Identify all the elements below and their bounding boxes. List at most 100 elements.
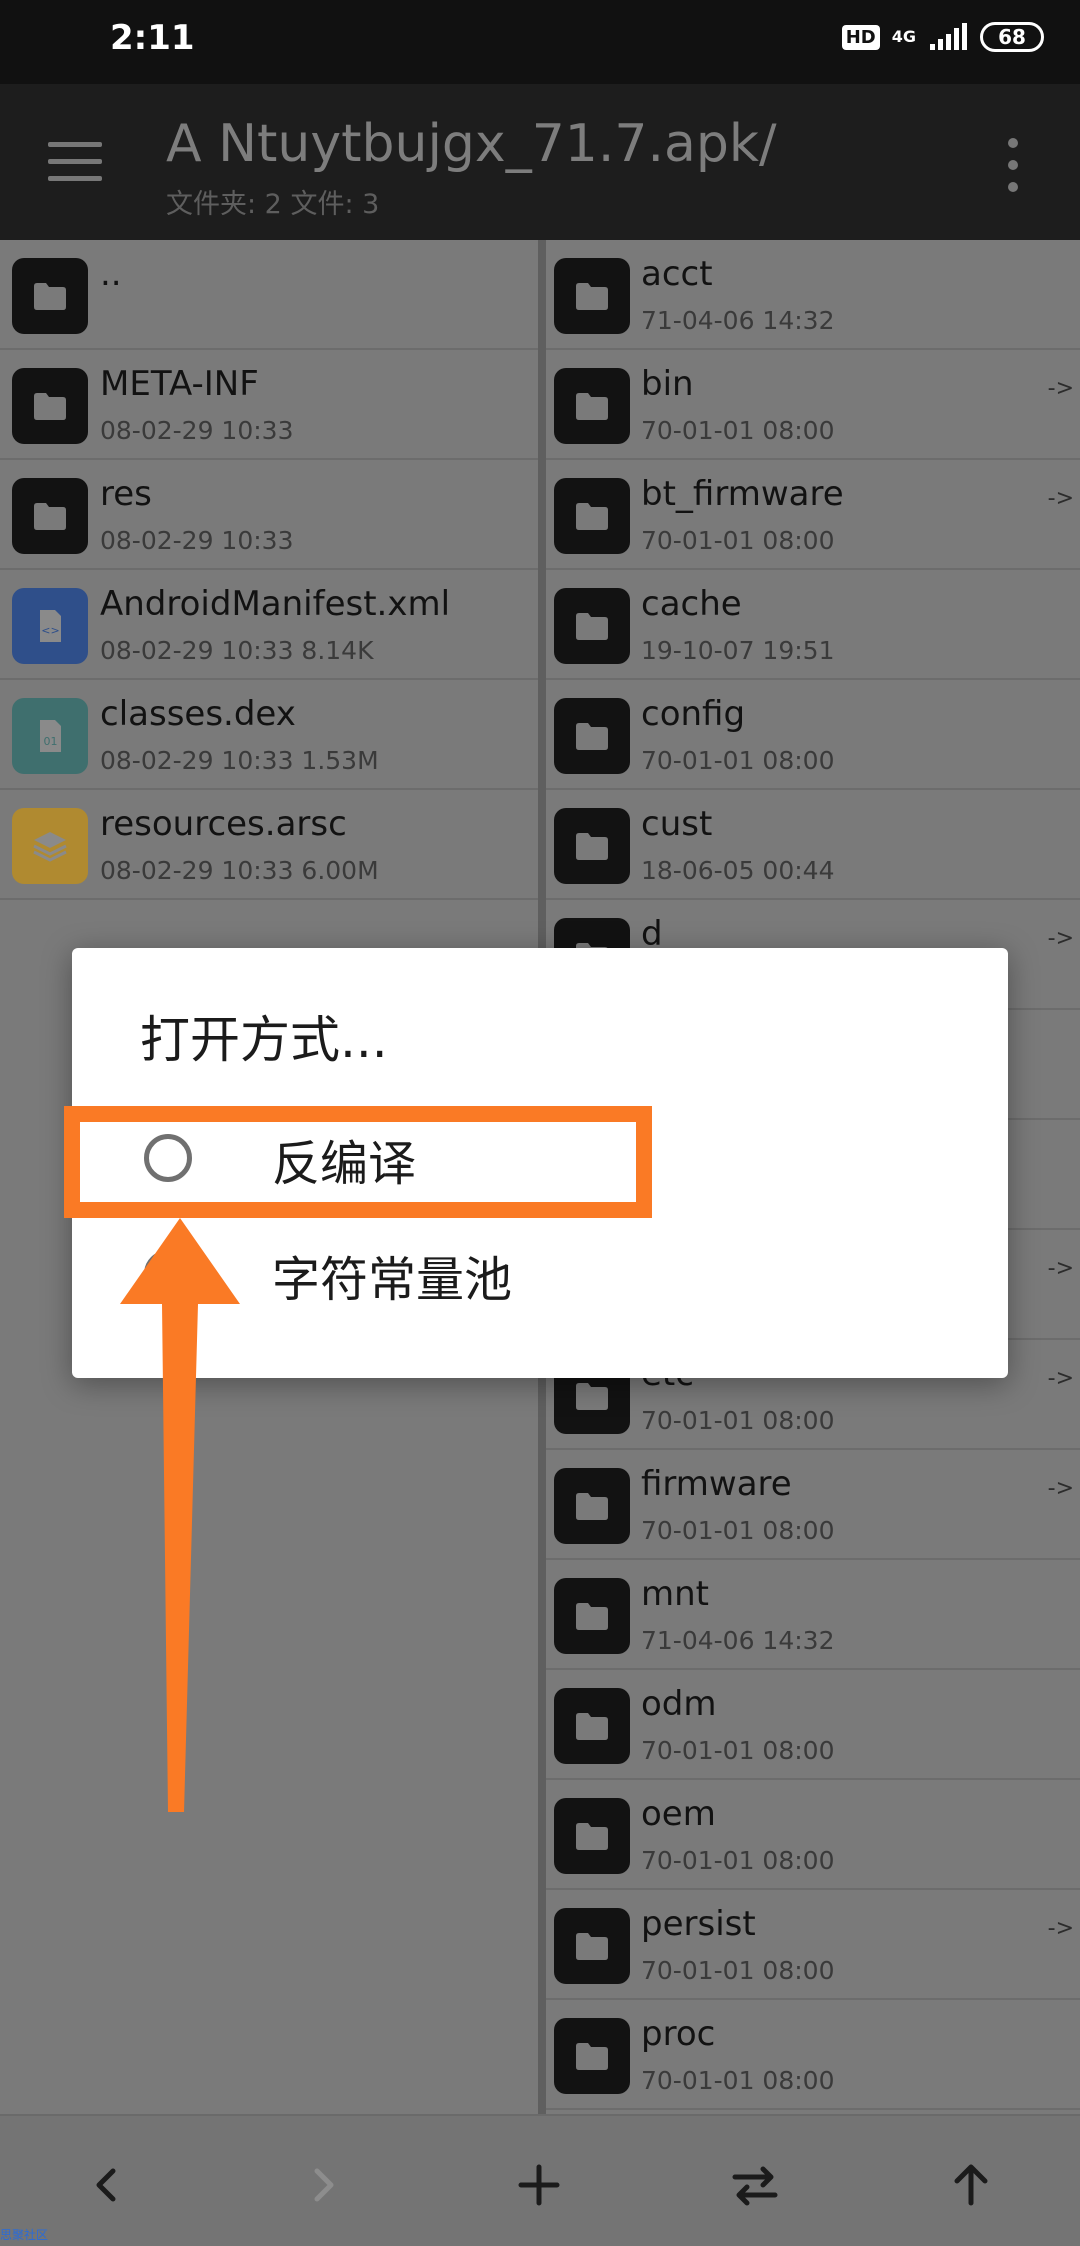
file-name: cust <box>641 804 713 844</box>
file-meta: 70-01-01 08:00 <box>641 526 835 555</box>
status-time: 2:11 <box>110 18 195 58</box>
file-list-item[interactable]: config 70-01-01 08:00 <box>546 680 1080 790</box>
file-name: bt_firmware <box>641 474 844 514</box>
file-list-item[interactable]: bt_firmware 70-01-01 08:00 -> <box>546 460 1080 570</box>
symlink-indicator: -> <box>1047 1476 1074 1501</box>
file-meta: 08-02-29 10:33 <box>100 526 294 555</box>
hd-icon: HD <box>841 24 880 50</box>
file-meta: 08-02-29 10:33 6.00M <box>100 856 379 885</box>
file-name: proc <box>641 2014 716 2054</box>
svg-text:<>: <> <box>41 624 59 637</box>
folder-icon <box>554 698 630 774</box>
arrow-annotation-icon <box>120 1218 240 1812</box>
file-list-item[interactable]: META-INF 08-02-29 10:33 <box>0 350 538 460</box>
file-name: res <box>100 474 152 514</box>
file-meta: 70-01-01 08:00 <box>641 416 835 445</box>
svg-text:01: 01 <box>44 735 58 748</box>
file-name: .. <box>100 254 122 294</box>
file-list-item[interactable]: res 08-02-29 10:33 <box>0 460 538 570</box>
file-meta: 08-02-29 10:33 1.53M <box>100 746 379 775</box>
file-name: oem <box>641 1794 716 1834</box>
file-meta: 70-01-01 08:00 <box>641 2066 835 2095</box>
file-list-item[interactable]: mnt 71-04-06 14:32 <box>546 1560 1080 1670</box>
folder-icon <box>12 368 88 444</box>
file-name: resources.arsc <box>100 804 347 844</box>
file-name: META-INF <box>100 364 259 404</box>
page-subtitle: 文件夹: 2 文件: 3 <box>166 189 380 220</box>
file-list-item[interactable]: odm 70-01-01 08:00 <box>546 1670 1080 1780</box>
file-meta: 19-10-07 19:51 <box>641 636 835 665</box>
folder-icon <box>554 258 630 334</box>
file-meta: 70-01-01 08:00 <box>641 746 835 775</box>
page-title: A Ntuytbujgx_71.7.apk/ <box>166 114 777 174</box>
file-list-item[interactable]: firmware 70-01-01 08:00 -> <box>546 1450 1080 1560</box>
option-label: 字符常量池 <box>272 1252 513 1308</box>
folder-icon <box>554 478 630 554</box>
battery-icon: 68 <box>980 22 1044 52</box>
highlight-annotation-box <box>64 1106 652 1218</box>
file-list-item[interactable]: .. <box>0 240 538 350</box>
bottom-toolbar <box>0 2114 1080 2246</box>
file-list-item[interactable]: cache 19-10-07 19:51 <box>546 570 1080 680</box>
file-meta: 08-02-29 10:33 <box>100 416 294 445</box>
folder-icon <box>554 1908 630 1984</box>
more-vertical-icon[interactable] <box>1000 138 1026 194</box>
status-icons: HD 4G 68 <box>841 22 1044 52</box>
file-list-item[interactable]: persist 70-01-01 08:00 -> <box>546 1890 1080 2000</box>
file-name: bin <box>641 364 694 404</box>
symlink-indicator: -> <box>1047 376 1074 401</box>
file-name: acct <box>641 254 713 294</box>
file-list-item[interactable]: oem 70-01-01 08:00 <box>546 1780 1080 1890</box>
hamburger-menu-icon[interactable] <box>46 134 104 190</box>
watermark: 思聚社区 <box>0 2228 49 2242</box>
signal-icon <box>930 23 967 50</box>
dialog-title: 打开方式... <box>140 1011 388 1069</box>
file-name: classes.dex <box>100 694 296 734</box>
file-meta: 08-02-29 10:33 8.14K <box>100 636 374 665</box>
file-meta: 70-01-01 08:00 <box>641 1406 835 1435</box>
folder-icon <box>554 1798 630 1874</box>
file-meta: 70-01-01 08:00 <box>641 1736 835 1765</box>
forward-icon[interactable] <box>288 2150 358 2220</box>
file-list-item[interactable]: <> AndroidManifest.xml 08-02-29 10:33 8.14… <box>0 570 538 680</box>
folder-icon <box>554 588 630 664</box>
folder-icon <box>554 1578 630 1654</box>
folder-icon <box>554 368 630 444</box>
file-name: AndroidManifest.xml <box>100 584 451 624</box>
symlink-indicator: -> <box>1047 926 1074 951</box>
symlink-indicator: -> <box>1047 1256 1074 1281</box>
file-name: odm <box>641 1684 717 1724</box>
symlink-indicator: -> <box>1047 1916 1074 1941</box>
file-list-item[interactable]: proc 70-01-01 08:00 <box>546 2000 1080 2110</box>
file-list-item[interactable]: resources.arsc 08-02-29 10:33 6.00M <box>0 790 538 900</box>
back-icon[interactable] <box>72 2150 142 2220</box>
file-name: persist <box>641 1904 756 1944</box>
file-meta: 70-01-01 08:00 <box>641 1956 835 1985</box>
folder-icon <box>12 478 88 554</box>
swap-icon[interactable] <box>720 2150 790 2220</box>
file-list-item[interactable]: acct 71-04-06 14:32 <box>546 240 1080 350</box>
folder-icon <box>554 808 630 884</box>
symlink-indicator: -> <box>1047 1366 1074 1391</box>
folder-icon <box>554 1468 630 1544</box>
dex-file-icon: 01 <box>12 698 88 774</box>
file-name: firmware <box>641 1464 792 1504</box>
xml-file-icon: <> <box>12 588 88 664</box>
folder-icon <box>554 1688 630 1764</box>
up-icon[interactable] <box>936 2150 1006 2220</box>
file-list-item[interactable]: bin 70-01-01 08:00 -> <box>546 350 1080 460</box>
add-icon[interactable] <box>504 2150 574 2220</box>
network-type-label: 4G <box>891 27 916 46</box>
status-bar: 2:11 HD 4G 68 <box>0 0 1080 84</box>
file-name: config <box>641 694 746 734</box>
app-bar: A Ntuytbujgx_71.7.apk/ 文件夹: 2 文件: 3 <box>0 84 1080 240</box>
file-meta: 70-01-01 08:00 <box>641 1846 835 1875</box>
file-name: cache <box>641 584 742 624</box>
file-list-item[interactable]: cust 18-06-05 00:44 <box>546 790 1080 900</box>
file-meta: 18-06-05 00:44 <box>641 856 835 885</box>
symlink-indicator: -> <box>1047 486 1074 511</box>
file-name: mnt <box>641 1574 709 1614</box>
file-list-item[interactable]: 01 classes.dex 08-02-29 10:33 1.53M <box>0 680 538 790</box>
folder-icon <box>554 2018 630 2094</box>
file-meta: 71-04-06 14:32 <box>641 1626 835 1655</box>
